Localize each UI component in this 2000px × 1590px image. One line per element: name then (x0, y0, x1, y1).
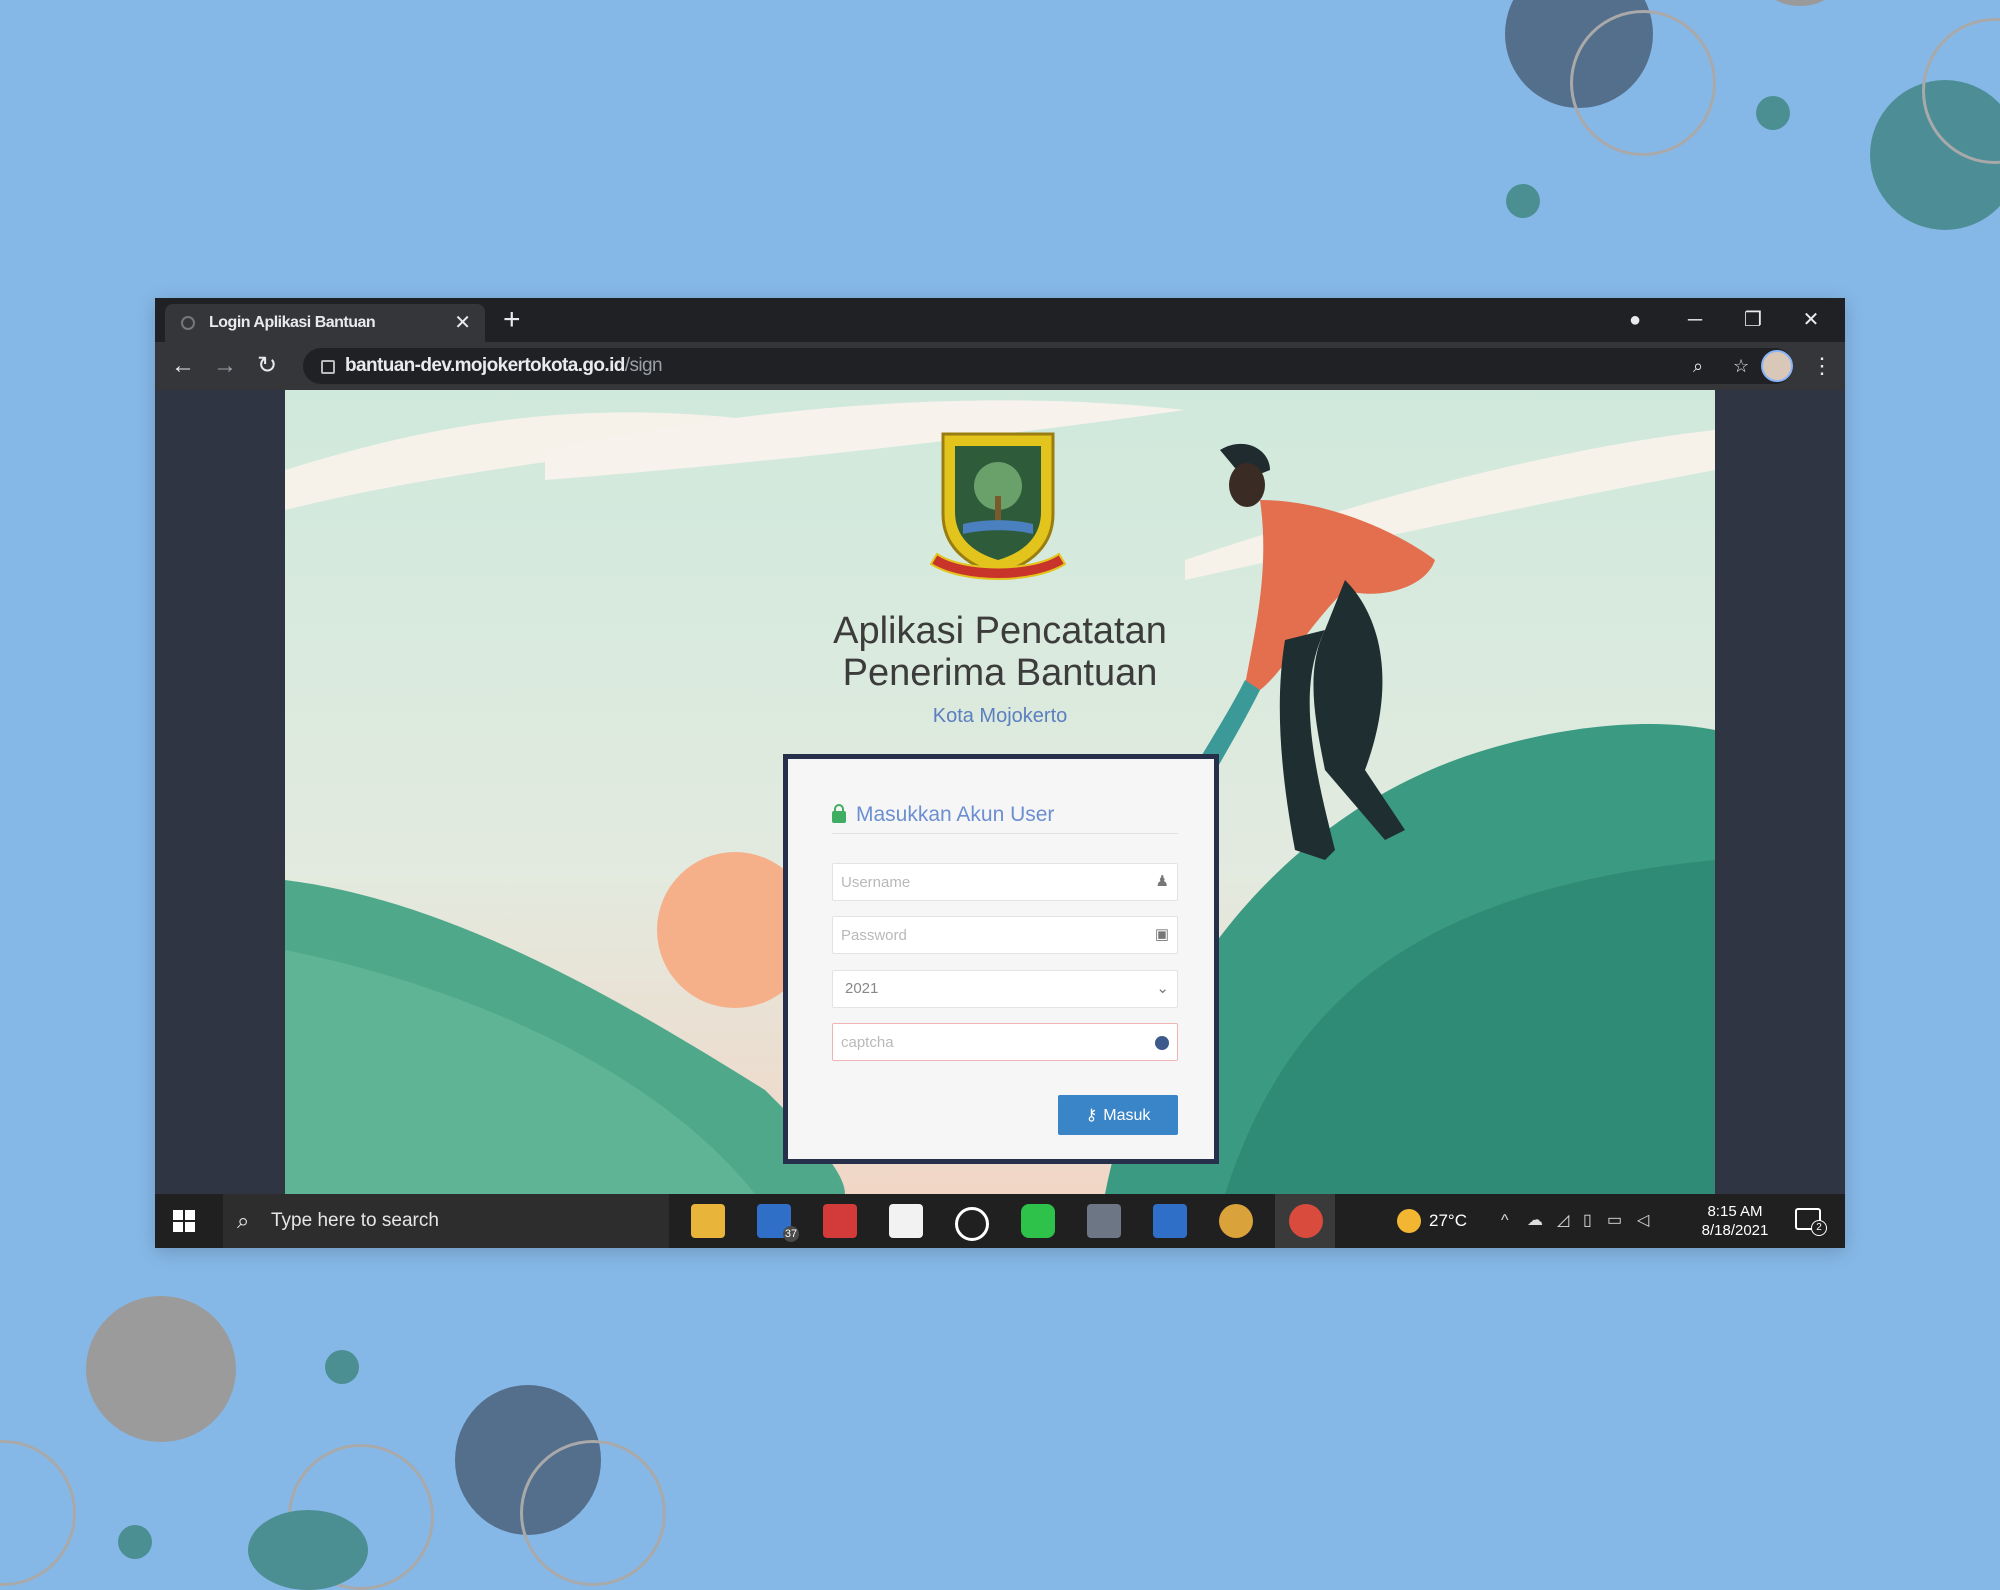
minimize-button[interactable]: ─ (1675, 298, 1715, 342)
profile-sync-icon[interactable]: ● (1615, 298, 1655, 342)
user-icon: ♟ (1155, 873, 1169, 890)
browser-toolbar: ← → ↻ bantuan-dev.mojokertokota.go.id/si… (155, 342, 1845, 390)
captcha-field (832, 1023, 1178, 1061)
password-field: ▣ (832, 916, 1178, 954)
network-icon[interactable]: ◿ (1557, 1194, 1569, 1248)
temperature-text: 27°C (1429, 1211, 1467, 1230)
bookmark-star-icon[interactable]: ☆ (1733, 348, 1749, 384)
captcha-input[interactable] (833, 1024, 1149, 1060)
password-input[interactable] (833, 917, 1149, 953)
login-heading-text: Masukkan Akun User (856, 803, 1055, 826)
address-bar[interactable]: bantuan-dev.mojokertokota.go.id/sign ⌕ ☆ (303, 348, 1793, 384)
app-title-line2: Penerima Bantuan (842, 652, 1158, 694)
year-select-value: 2021 (845, 980, 879, 997)
reload-icon[interactable]: ↻ (249, 342, 285, 390)
lock-icon (321, 360, 335, 374)
tab-title: Login Aplikasi Bantuan (209, 314, 376, 331)
profile-avatar[interactable] (1761, 350, 1793, 382)
battery-icon[interactable]: ▭ (1607, 1194, 1622, 1248)
year-select[interactable]: 2021 ⌄ (832, 970, 1178, 1008)
store-icon[interactable] (889, 1204, 923, 1238)
zoom-icon[interactable]: ⌕ (1693, 348, 1703, 384)
word-icon[interactable] (1153, 1204, 1187, 1238)
browser-title-bar: Login Aplikasi Bantuan ✕ + ● ─ ❐ ✕ (155, 298, 1845, 342)
login-heading: Masukkan Akun User (832, 803, 1178, 834)
decor-circle (1506, 184, 1540, 218)
login-page: Aplikasi Pencatatan Penerima Bantuan Kot… (285, 390, 1715, 1194)
weather-icon[interactable] (1397, 1209, 1421, 1233)
taskbar-search-placeholder: Type here to search (271, 1210, 439, 1231)
decor-ring (1570, 10, 1716, 156)
notification-icon[interactable]: 2 (1795, 1208, 1827, 1236)
masuk-button[interactable]: ⚷ Masuk (1058, 1095, 1178, 1135)
chevron-up-icon[interactable]: ^ (1501, 1194, 1509, 1248)
app-subtitle: Kota Mojokerto (932, 705, 1068, 727)
mail-badge: 37 (783, 1226, 799, 1242)
menu-icon[interactable]: ⋮ (1811, 342, 1833, 390)
username-field: ♟ (832, 863, 1178, 901)
masuk-button-label: Masuk (1103, 1107, 1151, 1124)
decor-circle (325, 1350, 359, 1384)
decor-circle (1770, 0, 1830, 6)
volume-icon[interactable]: ◁ (1637, 1194, 1649, 1248)
decor-circle (248, 1510, 368, 1590)
tab-favicon-icon (181, 316, 195, 330)
camera-icon[interactable] (1087, 1204, 1121, 1238)
device-icon[interactable]: ▯ (1583, 1194, 1592, 1248)
key-icon: ⚷ (1085, 1107, 1098, 1124)
decor-ring (520, 1440, 666, 1586)
file-explorer-icon[interactable] (691, 1204, 725, 1238)
decor-circle (118, 1525, 152, 1559)
decor-circle (86, 1296, 236, 1442)
decor-ring (0, 1440, 76, 1586)
taskbar-clock[interactable]: 8:15 AM 8/18/2021 (1693, 1202, 1777, 1240)
gift-app-icon[interactable] (823, 1204, 857, 1238)
decor-circle (1756, 96, 1790, 130)
search-icon: ⌕ (237, 1208, 250, 1233)
tab-close-icon[interactable]: ✕ (454, 304, 471, 342)
username-input[interactable] (833, 864, 1149, 900)
kota-mojokerto-emblem (929, 432, 1067, 580)
line-icon[interactable] (1021, 1204, 1055, 1238)
url-text: bantuan-dev.mojokertokota.go.id/sign (345, 355, 663, 376)
windows-start-icon[interactable] (173, 1210, 195, 1232)
mail-icon[interactable]: 37 (757, 1204, 799, 1242)
clock-time: 8:15 AM (1707, 1203, 1763, 1220)
notification-count: 2 (1811, 1220, 1827, 1236)
captcha-dot-icon (1155, 1036, 1169, 1050)
browser-tab[interactable]: Login Aplikasi Bantuan ✕ (165, 304, 485, 342)
taskbar-search[interactable]: ⌕ Type here to search (223, 1194, 669, 1248)
whatsapp-icon[interactable] (955, 1207, 989, 1241)
cloud-icon[interactable]: ☁ (1527, 1194, 1543, 1248)
new-tab-button[interactable]: + (503, 302, 521, 338)
restore-button[interactable]: ❐ (1733, 298, 1773, 342)
app-title-line1: Aplikasi Pencatatan (833, 610, 1167, 652)
lock-icon: ▣ (1154, 926, 1169, 943)
chrome-active-icon[interactable] (1289, 1204, 1323, 1238)
windows-taskbar: ⌕ Type here to search 37 27°C ^ ☁ ◿ ▯ ▭ … (155, 1194, 1845, 1248)
clock-date: 8/18/2021 (1701, 1222, 1769, 1239)
forward-icon[interactable]: → (207, 342, 243, 390)
chrome-icon[interactable] (1219, 1204, 1253, 1238)
app-title: Aplikasi Pencatatan Penerima Bantuan (750, 610, 1250, 694)
back-icon[interactable]: ← (165, 342, 201, 390)
chevron-down-icon: ⌄ (1156, 980, 1169, 997)
close-window-button[interactable]: ✕ (1791, 298, 1831, 342)
login-form: Masukkan Akun User ♟ ▣ 2021 ⌄ ⚷ Masuk (783, 754, 1219, 1164)
browser-screenshot: Login Aplikasi Bantuan ✕ + ● ─ ❐ ✕ ← → ↻… (155, 298, 1845, 1248)
padlock-icon (832, 804, 846, 823)
